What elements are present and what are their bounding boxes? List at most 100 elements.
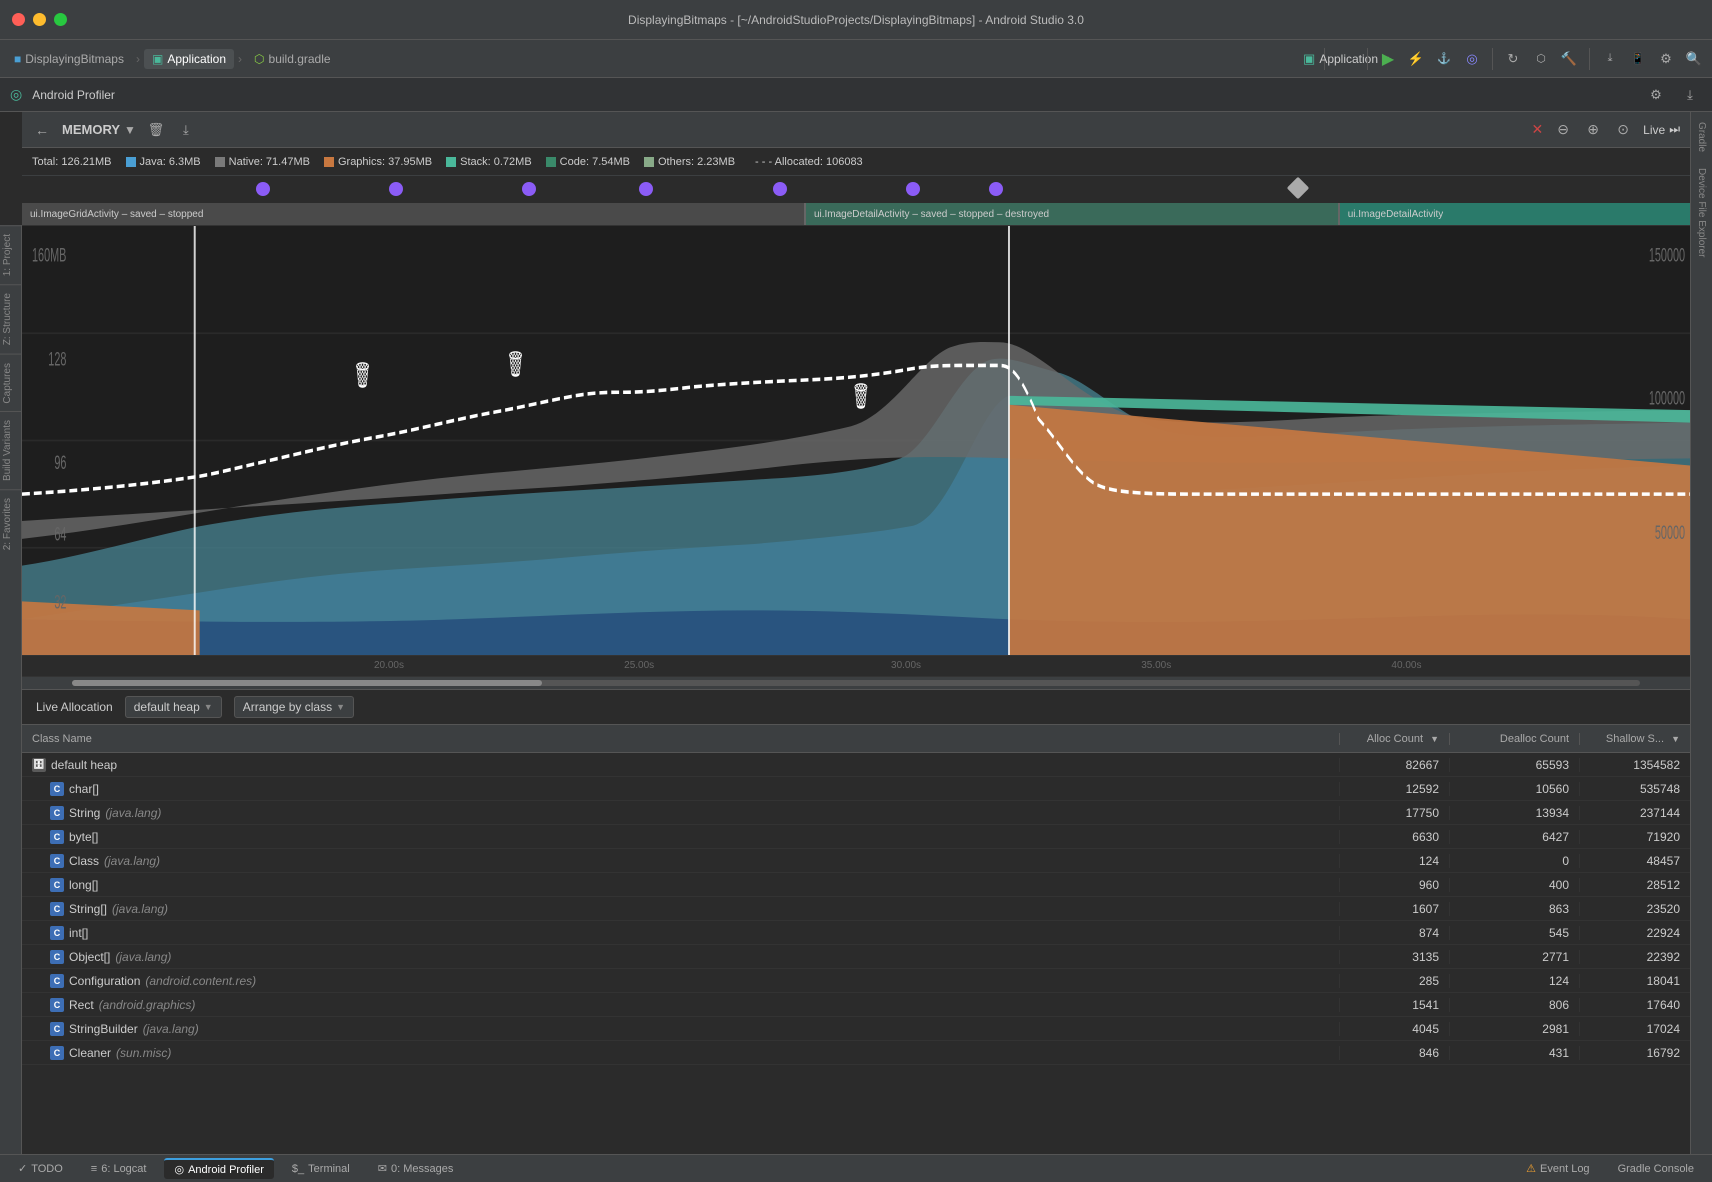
cell-classname: C Cleaner (sun.misc)	[22, 1046, 1340, 1060]
cell-dealloc-count: 2771	[1450, 950, 1580, 964]
close-session-button[interactable]: ✕	[1531, 121, 1543, 138]
tab-logcat[interactable]: ≡ 6: Logcat	[81, 1160, 157, 1178]
project-breadcrumb[interactable]: ■ DisplayingBitmaps	[6, 49, 132, 69]
gradle-console-label: Gradle Console	[1618, 1163, 1694, 1175]
live-button[interactable]: Live ⏭	[1643, 122, 1680, 137]
tab-android-profiler[interactable]: ◎ Android Profiler	[164, 1158, 273, 1179]
table-row[interactable]: C long[] 960 400 28512	[22, 873, 1690, 897]
class-pkg: (java.lang)	[105, 806, 161, 820]
dot-1	[256, 182, 270, 196]
profile-button[interactable]: ◎	[1460, 47, 1484, 71]
live-allocation-label: Live Allocation	[36, 700, 113, 714]
table-row[interactable]: C String[] (java.lang) 1607 863 23520	[22, 897, 1690, 921]
table-row[interactable]: C StringBuilder (java.lang) 4045 2981 17…	[22, 1017, 1690, 1041]
graphics-stat: Graphics: 37.95MB	[324, 156, 432, 168]
tab-gradle-console[interactable]: Gradle Console	[1608, 1160, 1704, 1178]
gradle-breadcrumb[interactable]: ⬡ build.gradle	[246, 49, 339, 69]
zoom-fit-button[interactable]: ⊙	[1613, 120, 1633, 140]
structure-panel-label[interactable]: Z: Structure	[0, 284, 21, 353]
run-config-label: Application	[1319, 52, 1378, 66]
memory-dropdown-arrow[interactable]: ▼	[124, 123, 136, 137]
warning-icon: ⚠	[1526, 1162, 1536, 1175]
table-row[interactable]: C String (java.lang) 17750 13934 237144	[22, 801, 1690, 825]
maximize-button[interactable]	[54, 13, 67, 26]
close-button[interactable]	[12, 13, 25, 26]
stack-stat: Stack: 0.72MB	[446, 156, 532, 168]
favorites-panel-label[interactable]: 2: Favorites	[0, 489, 21, 558]
heap-dropdown[interactable]: default heap ▼	[125, 696, 222, 718]
gc-button[interactable]: 🗑	[146, 120, 166, 140]
debug-button[interactable]: ⚡	[1404, 47, 1428, 71]
minimize-button[interactable]	[33, 13, 46, 26]
svg-text:150000: 150000	[1649, 246, 1685, 267]
build-button[interactable]: 🔨	[1557, 47, 1581, 71]
memory-chart[interactable]: 🗑 🗑 🗑 160MB 128 96 64 32 150000 100000 5…	[22, 226, 1690, 655]
cell-alloc-count: 1607	[1340, 902, 1450, 916]
table-row[interactable]: C char[] 12592 10560 535748	[22, 777, 1690, 801]
toolbar-sep4	[1589, 48, 1590, 70]
zoom-in-button[interactable]: ⊕	[1583, 120, 1603, 140]
device-file-label[interactable]: Device File Explorer	[1694, 162, 1709, 263]
table-row[interactable]: C Cleaner (sun.misc) 846 431 16792	[22, 1041, 1690, 1065]
table-row[interactable]: 🗄 default heap 82667 65593 1354582	[22, 753, 1690, 777]
arrange-dropdown[interactable]: Arrange by class ▼	[234, 696, 354, 718]
column-alloc-count[interactable]: Alloc Count ▼	[1340, 733, 1450, 745]
table-row[interactable]: C Class (java.lang) 124 0 48457	[22, 849, 1690, 873]
cell-classname: C long[]	[22, 878, 1340, 892]
table-row[interactable]: C int[] 874 545 22924	[22, 921, 1690, 945]
column-shallow[interactable]: Shallow S... ▼	[1580, 733, 1690, 745]
table-row[interactable]: C Rect (android.graphics) 1541 806 17640	[22, 993, 1690, 1017]
project-panel-label[interactable]: 1: Project	[0, 225, 21, 284]
cell-dealloc-count: 13934	[1450, 806, 1580, 820]
build-variants-label[interactable]: Build Variants	[0, 411, 21, 489]
table-row[interactable]: C byte[] 6630 6427 71920	[22, 825, 1690, 849]
cell-shallow-size: 22924	[1580, 926, 1690, 940]
application-breadcrumb[interactable]: ▣ Application	[144, 49, 234, 69]
zoom-out-button[interactable]: ⊖	[1553, 120, 1573, 140]
profiler-settings-button[interactable]: ⚙	[1644, 83, 1668, 107]
tab-event-log[interactable]: ⚠ Event Log	[1516, 1159, 1599, 1178]
scrollbar-track[interactable]	[72, 680, 1640, 686]
column-class-name[interactable]: Class Name	[22, 733, 1340, 745]
svg-text:50000: 50000	[1655, 523, 1685, 544]
cell-shallow-size: 18041	[1580, 974, 1690, 988]
search-button[interactable]: 🔍	[1682, 47, 1706, 71]
avd-button[interactable]: 📱	[1626, 47, 1650, 71]
titlebar: DisplayingBitmaps - [~/AndroidStudioProj…	[0, 0, 1712, 40]
dump-button[interactable]: ⤓	[176, 120, 196, 140]
profiler-download-button[interactable]: ⤓	[1678, 83, 1702, 107]
cell-dealloc-count: 6427	[1450, 830, 1580, 844]
chart-scrollbar[interactable]	[22, 677, 1690, 689]
time-label-20: 20.00s	[374, 660, 404, 671]
run-config-dropdown[interactable]: ▣ Application ▼	[1335, 47, 1359, 71]
gradle-sync-button[interactable]: ⬡	[1529, 47, 1553, 71]
column-dealloc-count[interactable]: Dealloc Count	[1450, 733, 1580, 745]
diamond-icon	[1286, 177, 1309, 200]
cell-dealloc-count: 124	[1450, 974, 1580, 988]
class-icon: C	[50, 1022, 64, 1036]
cell-shallow-size: 237144	[1580, 806, 1690, 820]
tab-messages[interactable]: ✉ 0: Messages	[368, 1159, 464, 1178]
settings-button[interactable]: ⚙	[1654, 47, 1678, 71]
back-button[interactable]: ←	[32, 120, 52, 140]
class-pkg: (sun.misc)	[116, 1046, 171, 1060]
class-pkg: (java.lang)	[143, 1022, 199, 1036]
sync-button[interactable]: ↻	[1501, 47, 1525, 71]
class-name-text: byte[]	[69, 830, 98, 844]
right-toolbar: ▣ Application ▼ ▶ ⚡ ⚓ ◎ ↻ ⬡ 🔨 ⤓ 📱 ⚙ 🔍	[1335, 47, 1706, 71]
class-pkg: (java.lang)	[115, 950, 171, 964]
cell-classname: C char[]	[22, 782, 1340, 796]
captures-panel-label[interactable]: Captures	[0, 354, 21, 412]
play-button[interactable]: ▶	[1376, 47, 1400, 71]
native-color	[215, 157, 225, 167]
table-row[interactable]: C Object[] (java.lang) 3135 2771 22392	[22, 945, 1690, 969]
tab-todo[interactable]: ✓ TODO	[8, 1159, 73, 1178]
scrollbar-thumb[interactable]	[72, 680, 542, 686]
gradle-panel-label[interactable]: Gradle	[1694, 116, 1709, 158]
table-row[interactable]: C Configuration (android.content.res) 28…	[22, 969, 1690, 993]
svg-text:🗑: 🗑	[507, 350, 525, 378]
sdk-manager-button[interactable]: ⤓	[1598, 47, 1622, 71]
attach-button[interactable]: ⚓	[1432, 47, 1456, 71]
tab-terminal[interactable]: $_ Terminal	[282, 1160, 360, 1178]
class-icon: C	[50, 782, 64, 796]
